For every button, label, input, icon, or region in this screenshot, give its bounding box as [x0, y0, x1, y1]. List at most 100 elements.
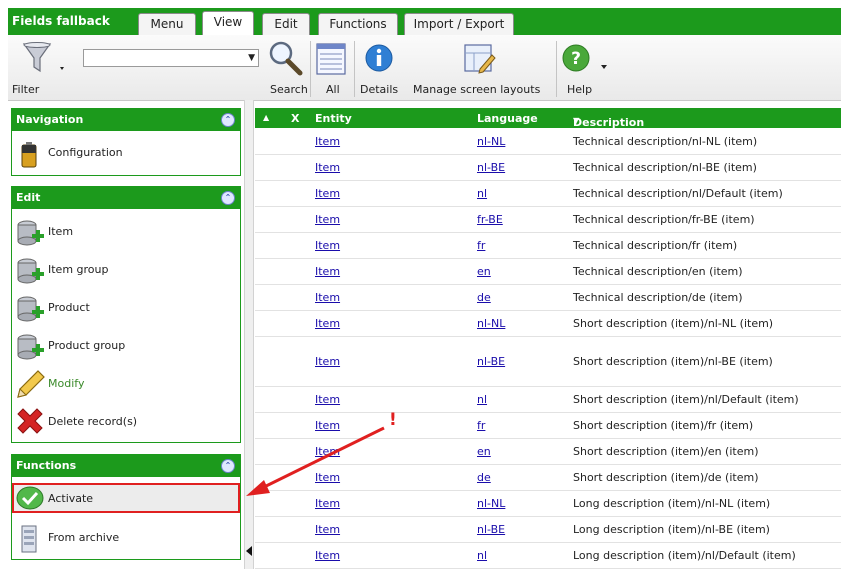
edit-item-item[interactable]: Item [14, 215, 238, 249]
database-add-icon [17, 258, 44, 284]
magnifier-icon [269, 41, 303, 76]
entity-link[interactable]: Item [315, 523, 340, 536]
language-link[interactable]: nl-NL [477, 317, 505, 330]
entity-link[interactable]: Item [315, 291, 340, 304]
help-button[interactable]: ? [562, 43, 612, 75]
table-row[interactable]: Item fr-BE Technical description/fr-BE (… [255, 207, 841, 233]
database-add-icon [17, 334, 44, 360]
language-link[interactable]: en [477, 265, 491, 278]
all-button[interactable] [314, 41, 348, 77]
description-cell: Technical description/nl-NL (item) [573, 135, 758, 148]
entity-link[interactable]: Item [315, 239, 340, 252]
list-icon [316, 43, 346, 75]
description-cell: Short description (item)/en (item) [573, 445, 759, 458]
table-row[interactable]: Item nl Technical description/nl/Default… [255, 181, 841, 207]
entity-link[interactable]: Item [315, 549, 340, 562]
table-row[interactable]: Item nl-NL Technical description/nl-NL (… [255, 129, 841, 155]
function-item-from-archive[interactable]: From archive [14, 521, 238, 555]
entity-link[interactable]: Item [315, 187, 340, 200]
language-link[interactable]: nl-NL [477, 497, 505, 510]
tab-functions[interactable]: Functions [318, 13, 398, 35]
language-link[interactable]: fr [477, 419, 485, 432]
tab-menu[interactable]: Menu [138, 13, 196, 35]
toolbar-separator [310, 41, 311, 97]
info-icon [365, 44, 393, 72]
language-link[interactable]: en [477, 445, 491, 458]
manage-screen-layouts-button[interactable] [462, 41, 496, 77]
details-button[interactable] [364, 43, 394, 75]
pencil-icon [17, 370, 45, 398]
title-bar: Fields fallback Menu View Edit Functions… [8, 8, 841, 35]
column-language[interactable]: Language [477, 112, 538, 125]
description-cell: Short description (item)/de (item) [573, 471, 759, 484]
edit-item-delete-records[interactable]: Delete record(s) [14, 405, 238, 439]
description-cell: Technical description/nl/Default (item) [573, 187, 783, 200]
edit-item-item-group[interactable]: Item group [14, 253, 238, 287]
navigation-panel-header: Navigation ⌃ [12, 109, 240, 131]
column-x[interactable]: X [291, 112, 299, 125]
entity-link[interactable]: Item [315, 355, 340, 368]
edit-item-product-group[interactable]: Product group [14, 329, 238, 363]
filter-button[interactable] [20, 41, 66, 77]
all-label: All [326, 83, 340, 96]
database-add-icon [17, 296, 44, 322]
description-cell: Technical description/fr-BE (item) [573, 213, 755, 226]
edit-panel-header: Edit ⌃ [12, 187, 240, 209]
table-row[interactable]: Item nl-NL Short description (item)/nl-N… [255, 311, 841, 337]
table-row[interactable]: Item nl Short description (item)/nl/Defa… [255, 387, 841, 413]
collapse-left-icon [246, 546, 252, 556]
language-link[interactable]: nl-BE [477, 355, 505, 368]
panel-title: Edit [16, 191, 41, 204]
column-entity[interactable]: Entity [315, 112, 352, 125]
toolbar-separator [354, 41, 355, 97]
table-row[interactable]: Item de Technical description/de (item) [255, 285, 841, 311]
entity-link[interactable]: Item [315, 317, 340, 330]
language-link[interactable]: nl-BE [477, 523, 505, 536]
language-link[interactable]: nl-BE [477, 161, 505, 174]
sort-desc-icon: ▼ [573, 116, 580, 125]
description-cell: Short description (item)/fr (item) [573, 419, 754, 432]
database-add-icon [17, 220, 44, 246]
collapse-icon[interactable]: ⌃ [221, 113, 235, 127]
description-cell: Technical description/de (item) [573, 291, 743, 304]
tab-view[interactable]: View [202, 11, 254, 35]
table-row[interactable]: Item fr Technical description/fr (item) [255, 233, 841, 259]
function-item-activate[interactable]: Activate [12, 483, 240, 513]
language-link[interactable]: de [477, 291, 491, 304]
panel-title: Navigation [16, 113, 84, 126]
entity-link[interactable]: Item [315, 393, 340, 406]
entity-link[interactable]: Item [315, 161, 340, 174]
collapse-icon[interactable]: ⌃ [221, 459, 235, 473]
description-cell: Technical description/en (item) [573, 265, 743, 278]
edit-item-product[interactable]: Product [14, 291, 238, 325]
language-link[interactable]: nl [477, 393, 487, 406]
language-link[interactable]: fr [477, 239, 485, 252]
description-cell: Short description (item)/nl/Default (ite… [573, 393, 799, 406]
tab-edit[interactable]: Edit [262, 13, 310, 35]
functions-panel-header: Functions ⌃ [12, 455, 240, 477]
table-row[interactable]: Item nl-BE Technical description/nl-BE (… [255, 155, 841, 181]
grid-header: ▲ X Entity Language Description ▼ [255, 108, 841, 129]
description-cell: Short description (item)/nl-NL (item) [573, 317, 774, 330]
sort-toggle[interactable]: ▲ [263, 113, 269, 122]
filter-combobox[interactable]: ▼ [83, 49, 259, 67]
edit-item-modify[interactable]: Modify [14, 367, 238, 401]
table-row[interactable]: Item nl-BE Long description (item)/nl-BE… [255, 517, 841, 543]
entity-link[interactable]: Item [315, 213, 340, 226]
collapse-icon[interactable]: ⌃ [221, 191, 235, 205]
language-link[interactable]: nl-NL [477, 135, 505, 148]
entity-link[interactable]: Item [315, 135, 340, 148]
entity-link[interactable]: Item [315, 265, 340, 278]
language-link[interactable]: de [477, 471, 491, 484]
language-link[interactable]: nl [477, 187, 487, 200]
search-button[interactable] [266, 39, 306, 79]
language-link[interactable]: fr-BE [477, 213, 503, 226]
tab-import-export[interactable]: Import / Export [404, 13, 514, 35]
table-row[interactable]: Item nl-BE Short description (item)/nl-B… [255, 337, 841, 387]
language-link[interactable]: nl [477, 549, 487, 562]
filter-label: Filter [12, 83, 40, 96]
funnel-icon [22, 42, 64, 73]
table-row[interactable]: Item en Technical description/en (item) [255, 259, 841, 285]
nav-item-configuration[interactable]: Configuration [14, 136, 238, 170]
table-row[interactable]: Item nl Long description (item)/nl/Defau… [255, 543, 841, 569]
